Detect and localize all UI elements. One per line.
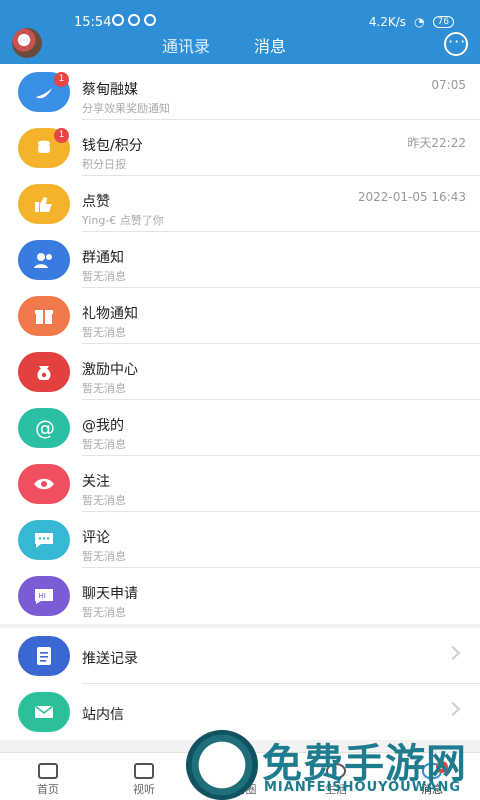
group-icon <box>18 240 70 280</box>
watermark-subtitle: MIANFEISHOUYOUWANG <box>264 780 462 795</box>
list-item-wallet[interactable]: 1 钱包/积分 积分日报 昨天22:22 <box>0 120 480 176</box>
list-item-push-history[interactable]: 推送记录 <box>0 628 480 684</box>
item-subtitle: 积分日报 <box>82 158 126 171</box>
list-item-reward-center[interactable]: 激励中心 暂无消息 <box>0 344 480 400</box>
item-subtitle: 暂无消息 <box>82 438 126 451</box>
item-title: 群通知 <box>82 250 124 266</box>
item-subtitle: 暂无消息 <box>82 494 126 507</box>
top-tabs: 通讯录 消息 <box>162 33 286 67</box>
status-notification-icons <box>112 14 156 26</box>
video-icon <box>134 763 154 779</box>
item-title: 蔡甸融媒 <box>82 82 138 98</box>
item-subtitle: 暂无消息 <box>82 606 126 619</box>
list-item-chat-request[interactable]: HI 聊天申请 暂无消息 <box>0 568 480 624</box>
item-subtitle: 暂无消息 <box>82 326 126 339</box>
hi-icon: HI <box>18 576 70 616</box>
item-subtitle: Ying-€ 点赞了你 <box>82 214 164 227</box>
list-item-gift-notice[interactable]: 礼物通知 暂无消息 <box>0 288 480 344</box>
item-title: 礼物通知 <box>82 306 138 322</box>
network-speed: 4.2K/s <box>368 15 407 29</box>
at-icon: @ <box>18 408 70 448</box>
item-title: 推送记录 <box>82 651 138 667</box>
list-item-follows[interactable]: 关注 暂无消息 <box>0 456 480 512</box>
top-header: 15:54 4.2K/s ◔ 76 通讯录 消息 <box>0 0 480 67</box>
item-time: 昨天22:22 <box>407 136 466 150</box>
chevron-right-icon <box>445 701 461 717</box>
item-subtitle: 暂无消息 <box>82 382 126 395</box>
unread-badge: 1 <box>54 72 69 87</box>
chevron-right-icon <box>445 645 461 661</box>
item-title: @我的 <box>82 418 124 434</box>
status-time: 15:54 <box>74 15 112 30</box>
item-title: 钱包/积分 <box>82 138 143 154</box>
list-item-mentions[interactable]: @ @我的 暂无消息 <box>0 400 480 456</box>
watermark: 免费手游网 MIANFEISHOUYOUWANG <box>186 730 476 800</box>
nav-label: 首页 <box>37 783 59 796</box>
nav-label: 视听 <box>133 783 155 796</box>
thumbs-up-icon <box>18 184 70 224</box>
list-item-caidian-media[interactable]: 1 蔡甸融媒 分享效果奖励通知 07:05 <box>0 64 480 120</box>
list-item-likes[interactable]: 点赞 Ying-€ 点赞了你 2022-01-05 16:43 <box>0 176 480 232</box>
status-right: 4.2K/s ◔ 76 <box>369 15 454 29</box>
notification-icon <box>128 14 140 26</box>
document-icon <box>18 636 70 676</box>
item-time: 2022-01-05 16:43 <box>357 190 466 204</box>
item-subtitle: 暂无消息 <box>82 550 126 563</box>
item-title: 评论 <box>82 530 110 546</box>
item-subtitle: 暂无消息 <box>82 270 126 283</box>
item-title: 点赞 <box>82 194 110 210</box>
svg-text:@: @ <box>35 416 55 440</box>
notification-icon <box>144 14 156 26</box>
notification-icon <box>112 14 124 26</box>
tab-contacts[interactable]: 通讯录 <box>162 33 210 57</box>
nav-video[interactable]: 视听 <box>96 753 192 800</box>
home-icon <box>38 763 58 779</box>
item-subtitle: 分享效果奖励通知 <box>82 102 170 115</box>
svg-text:HI: HI <box>39 592 46 600</box>
tab-messages[interactable]: 消息 <box>254 33 286 67</box>
list-item-comments[interactable]: 评论 暂无消息 <box>0 512 480 568</box>
avatar[interactable] <box>12 28 42 58</box>
chat-bubble-icon[interactable] <box>444 32 468 56</box>
item-title: 关注 <box>82 474 110 490</box>
list-item-group-notice[interactable]: 群通知 暂无消息 <box>0 232 480 288</box>
wifi-icon: ◔ <box>414 15 425 29</box>
item-title: 站内信 <box>82 707 124 723</box>
comment-icon <box>18 520 70 560</box>
unread-badge: 1 <box>54 128 69 143</box>
status-bar: 15:54 4.2K/s ◔ 76 <box>0 0 480 30</box>
message-list: 1 蔡甸融媒 分享效果奖励通知 07:05 1 钱包/积分 积分日报 昨天22:… <box>0 64 480 624</box>
watermark-logo <box>186 730 258 800</box>
eye-icon <box>18 464 70 504</box>
shortcut-list: 推送记录 站内信 <box>0 628 480 740</box>
nav-home[interactable]: 首页 <box>0 753 96 800</box>
gift-icon <box>18 296 70 336</box>
item-title: 激励中心 <box>82 362 138 378</box>
item-time: 07:05 <box>431 78 466 92</box>
mail-icon <box>18 692 70 732</box>
item-title: 聊天申请 <box>82 586 138 602</box>
battery-icon: 76 <box>432 16 454 28</box>
reward-bag-icon <box>18 352 70 392</box>
